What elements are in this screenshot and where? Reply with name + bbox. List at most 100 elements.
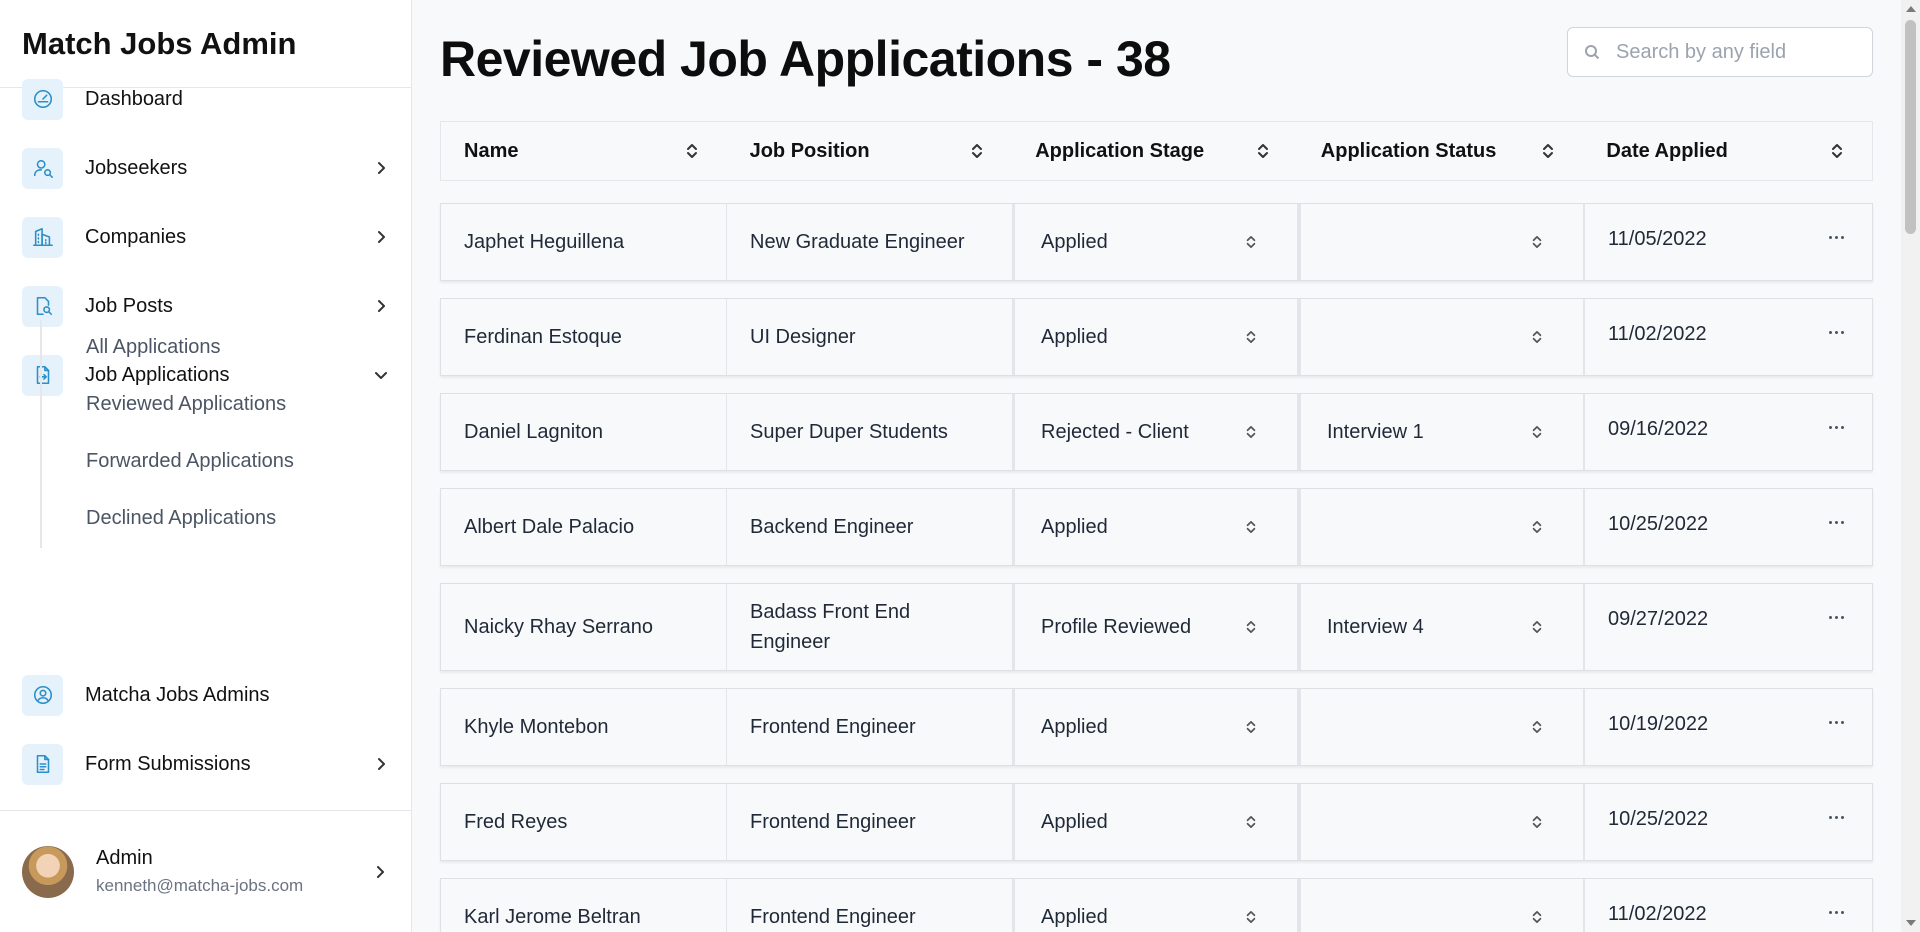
select-chevron-icon: [1532, 331, 1542, 343]
select-chevron-icon: [1532, 621, 1542, 633]
sidebar-item-form-submissions[interactable]: Form Submissions: [22, 741, 389, 787]
sidebar-item-label: Form Submissions: [85, 752, 251, 775]
more-options-icon[interactable]: [1829, 236, 1844, 239]
application-stage-select[interactable]: Profile Reviewed: [1013, 584, 1299, 670]
more-options-icon[interactable]: [1829, 426, 1844, 429]
select-value: Applied: [1041, 906, 1108, 928]
application-stage-select[interactable]: Applied: [1013, 879, 1299, 932]
more-options-icon[interactable]: [1829, 721, 1844, 724]
select-value: Applied: [1041, 716, 1108, 738]
table-row: Japhet Heguillena New Graduate Engineer …: [440, 203, 1873, 281]
sidebar-item-dashboard[interactable]: Dashboard: [22, 76, 389, 122]
search-input[interactable]: [1616, 40, 1856, 64]
cell-job-position: Frontend Engineer: [727, 689, 1013, 765]
application-stage-select[interactable]: Applied: [1013, 489, 1299, 565]
user-profile[interactable]: Admin kenneth@matcha-jobs.com: [0, 810, 412, 932]
cell-job-position: New Graduate Engineer: [727, 204, 1013, 280]
more-options-icon[interactable]: [1829, 616, 1844, 619]
select-chevron-icon: [1246, 721, 1256, 733]
table-row: Khyle Montebon Frontend Engineer Applied…: [440, 688, 1873, 766]
application-status-select[interactable]: [1299, 784, 1585, 860]
document-lines-icon: [22, 743, 63, 785]
application-status-select[interactable]: [1299, 879, 1585, 932]
cell-job-position: Badass Front End Engineer: [727, 584, 1013, 670]
more-options-icon[interactable]: [1829, 816, 1844, 819]
cell-date-applied: 11/02/2022: [1585, 879, 1872, 932]
sidebar-item-label: Jobseekers: [85, 156, 188, 179]
more-options-icon[interactable]: [1829, 331, 1844, 334]
sidebar-item-matcha-jobs-admins[interactable]: Matcha Jobs Admins: [22, 672, 389, 718]
profile-text: Admin kenneth@matcha-jobs.com: [96, 847, 372, 896]
cell-date-applied: 10/25/2022: [1585, 489, 1872, 565]
select-chevron-icon: [1246, 235, 1256, 248]
cell-job-position: Frontend Engineer: [727, 879, 1013, 932]
table-row: Naicky Rhay Serrano Badass Front End Eng…: [440, 583, 1873, 671]
scroll-up-arrow-icon[interactable]: [1906, 6, 1916, 12]
column-header-label: Job Position: [749, 139, 870, 162]
select-value: Applied: [1041, 326, 1108, 348]
application-stage-select[interactable]: Applied: [1013, 204, 1299, 280]
scrollbar[interactable]: [1901, 0, 1920, 932]
application-status-select[interactable]: Interview 4: [1299, 584, 1585, 670]
application-status-select[interactable]: [1299, 299, 1585, 375]
more-options-icon[interactable]: [1829, 521, 1844, 524]
subitem-reviewed-applications[interactable]: Reviewed Applications: [86, 393, 286, 416]
select-value: Rejected - Client: [1041, 421, 1189, 443]
column-header-date-applied[interactable]: Date Applied: [1583, 122, 1872, 180]
table-row: Daniel Lagniton Super Duper Students Rej…: [440, 393, 1873, 471]
cell-date-applied: 10/25/2022: [1585, 784, 1872, 860]
sort-icon: [1543, 144, 1554, 158]
column-header-name[interactable]: Name: [441, 122, 727, 180]
select-chevron-icon: [1532, 426, 1542, 438]
job-applications-submenu: All Applications Reviewed Applications F…: [40, 320, 390, 548]
chevron-right-icon: [377, 865, 384, 878]
select-chevron-icon: [1246, 426, 1256, 438]
application-status-select[interactable]: Interview 1: [1299, 394, 1585, 470]
application-status-select[interactable]: [1299, 489, 1585, 565]
profile-name: Admin: [96, 847, 153, 869]
application-status-select[interactable]: [1299, 689, 1585, 765]
application-stage-select[interactable]: Applied: [1013, 299, 1299, 375]
select-value: Applied: [1041, 231, 1108, 253]
subitem-forwarded-applications[interactable]: Forwarded Applications: [86, 450, 294, 473]
select-chevron-icon: [1246, 621, 1256, 633]
avatar: [22, 845, 74, 898]
cell-name: Ferdinan Estoque: [441, 299, 727, 375]
select-value: Profile Reviewed: [1041, 616, 1192, 638]
page-title: Reviewed Job Applications - 38: [440, 31, 1171, 87]
cell-job-position: UI Designer: [727, 299, 1013, 375]
subitem-declined-applications[interactable]: Declined Applications: [86, 507, 276, 530]
column-header-label: Application Stage: [1035, 139, 1205, 162]
sidebar-item-companies[interactable]: Companies: [22, 214, 389, 260]
select-chevron-icon: [1532, 521, 1542, 533]
cell-name: Daniel Lagniton: [441, 394, 727, 470]
column-header-application-status[interactable]: Application Status: [1298, 122, 1584, 180]
application-status-select[interactable]: [1299, 204, 1585, 280]
table-row: Ferdinan Estoque UI Designer Applied 11/…: [440, 298, 1873, 376]
chevron-right-icon: [378, 300, 385, 312]
cell-name: Albert Dale Palacio: [441, 489, 727, 565]
more-options-icon[interactable]: [1829, 911, 1844, 914]
date-value: 10/25/2022: [1608, 808, 1709, 830]
sidebar-item-label: Dashboard: [85, 87, 183, 110]
table-row: Fred Reyes Frontend Engineer Applied 10/…: [440, 783, 1873, 861]
application-stage-select[interactable]: Applied: [1013, 689, 1299, 765]
chevron-right-icon: [378, 231, 385, 243]
select-chevron-icon: [1532, 816, 1542, 828]
column-header-application-stage[interactable]: Application Stage: [1012, 122, 1298, 180]
scroll-thumb[interactable]: [1905, 20, 1916, 234]
sidebar: Match Jobs Admin Dashboard Jobseekers Co…: [0, 0, 412, 932]
user-circle-icon: [22, 674, 63, 716]
select-chevron-icon: [1532, 235, 1542, 248]
search-box[interactable]: [1567, 27, 1873, 77]
application-stage-select[interactable]: Rejected - Client: [1013, 394, 1299, 470]
sidebar-item-jobseekers[interactable]: Jobseekers: [22, 145, 389, 191]
scroll-down-arrow-icon[interactable]: [1906, 920, 1916, 926]
column-header-job-position[interactable]: Job Position: [727, 122, 1013, 180]
date-value: 11/02/2022: [1608, 323, 1707, 345]
select-chevron-icon: [1246, 521, 1256, 533]
table-header: Name Job Position Application Stage Appl…: [440, 121, 1873, 181]
subitem-all-applications[interactable]: All Applications: [86, 336, 221, 359]
sidebar-item-label: Companies: [85, 225, 187, 248]
application-stage-select[interactable]: Applied: [1013, 784, 1299, 860]
